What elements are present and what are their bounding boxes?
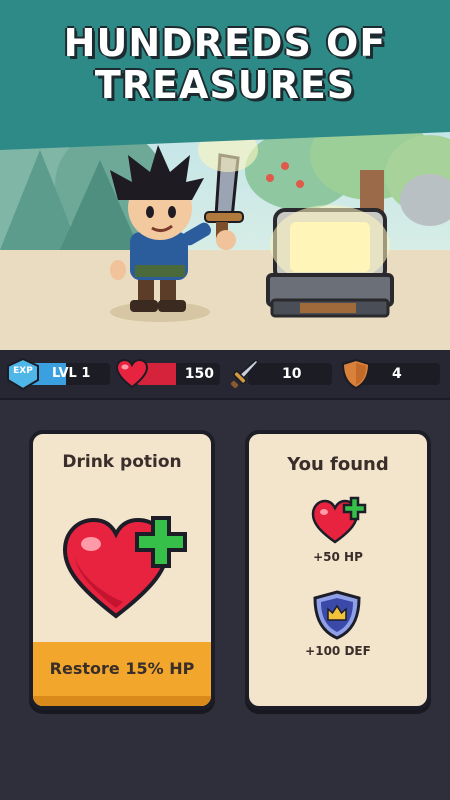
you-found-card[interactable]: You found +50 HP +100 DEF <box>245 430 431 710</box>
heart-icon <box>115 358 149 389</box>
heart-plus-icon <box>61 504 191 624</box>
defense-stat: 4 <box>340 358 444 390</box>
reward-def-label: +100 DEF <box>305 644 371 658</box>
shield-icon <box>340 358 372 390</box>
exp-shield-icon: EXP <box>6 357 40 391</box>
heart-plus-icon <box>311 496 367 546</box>
banner-title: HUNDREDS OF TREASURES <box>0 22 450 106</box>
exp-stat: EXP LVL 1 <box>6 357 110 391</box>
health-stat: 150 <box>115 358 220 389</box>
level-label: LVL 1 <box>52 366 91 381</box>
crown-shield-icon <box>311 590 363 640</box>
attack-stat: 10 <box>228 358 332 389</box>
banner-title-line-2: TREASURES <box>94 63 356 107</box>
attack-value: 10 <box>282 366 302 382</box>
footer-shade <box>33 696 211 706</box>
restore-hp-button[interactable]: Restore 15% HP <box>33 642 211 706</box>
banner-title-line-1: HUNDREDS OF <box>63 21 387 65</box>
potion-card-title: Drink potion <box>62 452 182 472</box>
health-value: 150 <box>184 366 214 382</box>
choice-cards: Drink potion Restore 15% HP You found +5… <box>0 420 450 710</box>
found-card-title: You found <box>287 454 389 475</box>
exp-badge-label: EXP <box>13 366 33 376</box>
treasure-chest <box>266 205 394 318</box>
reward-hp-label: +50 HP <box>313 550 363 564</box>
player-stats-bar: EXP LVL 1 150 10 4 <box>0 350 450 400</box>
defense-value: 4 <box>392 366 402 382</box>
drink-potion-card[interactable]: Drink potion Restore 15% HP <box>29 430 215 710</box>
restore-hp-label: Restore 15% HP <box>49 659 195 678</box>
sword-icon <box>228 358 260 390</box>
